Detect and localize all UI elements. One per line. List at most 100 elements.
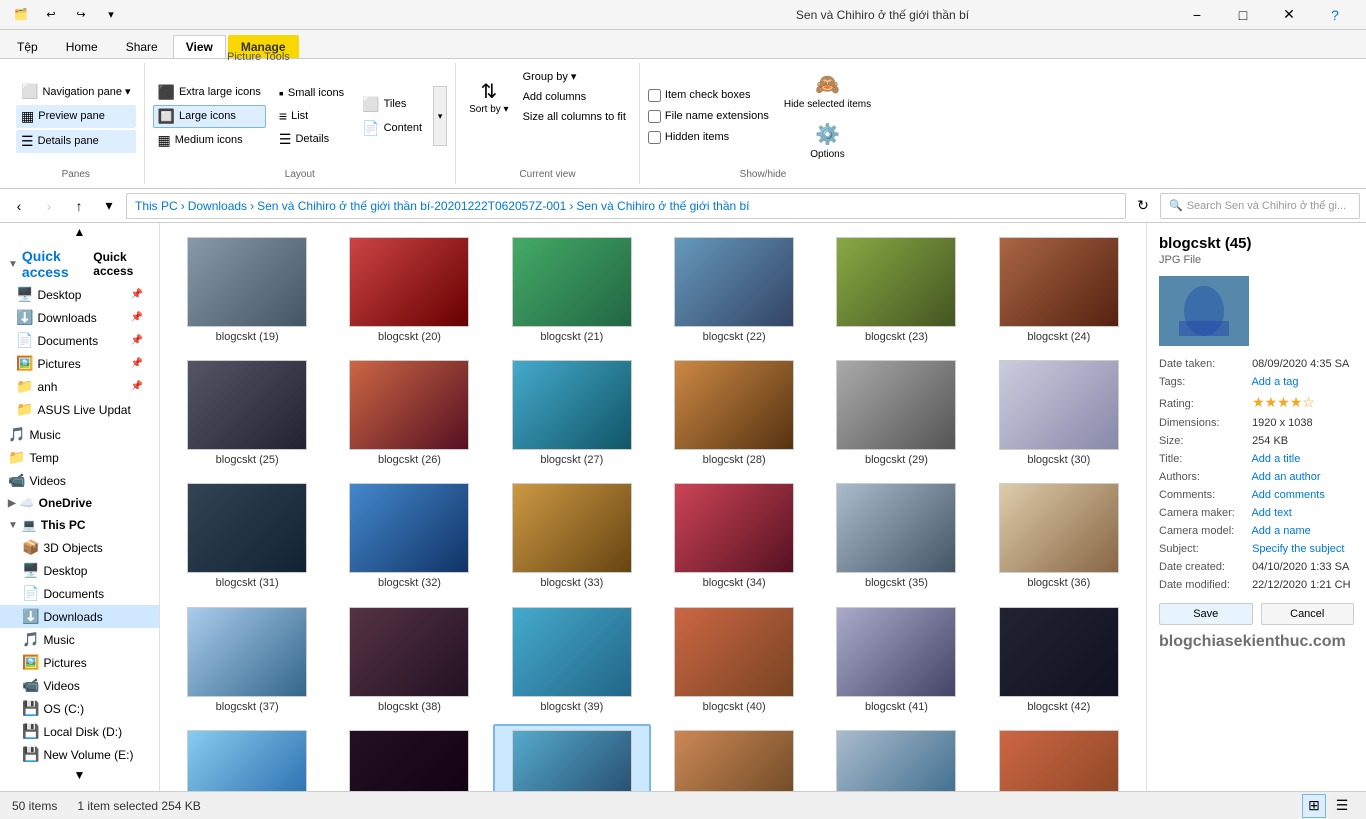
sidebar-item-asus[interactable]: 📁 ASUS Live Updat	[8, 398, 151, 421]
sidebar-item-videos-pc[interactable]: 📹 Videos	[0, 674, 159, 697]
group-by-btn[interactable]: Group by ▾	[518, 67, 631, 86]
sidebar-scroll-down[interactable]: ▼	[0, 766, 159, 784]
file-extensions-cb[interactable]	[648, 110, 661, 123]
size-columns-btn[interactable]: Size all columns to fit	[518, 108, 631, 126]
file-item-47[interactable]: blogcskt (47)	[817, 724, 975, 791]
path-current[interactable]: Sen và Chihiro ở thế giới thần bí	[576, 199, 749, 213]
sidebar-item-documents-pc[interactable]: 📄 Documents	[0, 582, 159, 605]
add-columns-btn[interactable]: Add columns	[518, 88, 631, 106]
restore-btn[interactable]: □	[1220, 0, 1266, 30]
qat-dropdown-btn[interactable]: ▾	[98, 2, 124, 28]
refresh-btn[interactable]: ↻	[1130, 193, 1156, 219]
file-item-29[interactable]: blogcskt (29)	[817, 354, 975, 473]
sidebar-item-new-e[interactable]: 💾 New Volume (E:)	[0, 743, 159, 766]
item-checkboxes-toggle[interactable]: Item check boxes	[648, 87, 769, 104]
tab-share[interactable]: Share	[113, 35, 171, 58]
sidebar-item-downloads-pc[interactable]: ⬇️ Downloads	[0, 605, 159, 628]
extra-large-icons-btn[interactable]: ⬛ Extra large icons	[153, 81, 266, 104]
file-item-24[interactable]: blogcskt (24)	[980, 231, 1138, 350]
undo-btn[interactable]: ↩	[38, 2, 64, 28]
sidebar-item-anh[interactable]: 📁 anh 📌	[8, 375, 151, 398]
file-item-37[interactable]: blogcskt (37)	[168, 601, 326, 720]
minimize-btn[interactable]: −	[1174, 0, 1220, 30]
search-box[interactable]: 🔍 Search Sen và Chihiro ở thể gi...	[1160, 193, 1360, 219]
sidebar-item-documents-quick[interactable]: 📄 Documents 📌	[8, 329, 151, 352]
grid-view-btn[interactable]: ⊞	[1302, 794, 1326, 818]
sidebar-item-os-c[interactable]: 💾 OS (C:)	[0, 697, 159, 720]
sidebar-item-pictures-quick[interactable]: 🖼️ Pictures 📌	[8, 352, 151, 375]
file-item-46[interactable]: blogcskt (46)	[655, 724, 813, 791]
file-item-33[interactable]: blogcskt (33)	[493, 477, 651, 596]
details-btn[interactable]: ☰ Details	[274, 128, 349, 151]
file-item-34[interactable]: blogcskt (34)	[655, 477, 813, 596]
sidebar-item-3d[interactable]: 📦 3D Objects	[0, 536, 159, 559]
file-item-45[interactable]: blogcskt (45)	[493, 724, 651, 791]
file-item-42[interactable]: blogcskt (42)	[980, 601, 1138, 720]
address-path[interactable]: This PC › Downloads › Sen và Chihiro ở t…	[126, 193, 1126, 219]
sidebar-item-pictures-pc[interactable]: 🖼️ Pictures	[0, 651, 159, 674]
file-item-39[interactable]: blogcskt (39)	[493, 601, 651, 720]
list-view-btn[interactable]: ☰	[1330, 794, 1354, 818]
file-item-21[interactable]: blogcskt (21)	[493, 231, 651, 350]
file-item-25[interactable]: blogcskt (25)	[168, 354, 326, 473]
hidden-items-toggle[interactable]: Hidden items	[648, 129, 769, 146]
onedrive-header[interactable]: ▶ ☁️ OneDrive	[0, 492, 159, 514]
file-item-36[interactable]: blogcskt (36)	[980, 477, 1138, 596]
options-btn[interactable]: ⚙️ Options	[802, 117, 852, 165]
file-item-30[interactable]: blogcskt (30)	[980, 354, 1138, 473]
preview-pane-btn[interactable]: ▦ Preview pane	[16, 105, 136, 128]
tiles-btn[interactable]: ⬜ Tiles	[357, 93, 427, 116]
sidebar-item-desktop-quick[interactable]: 🖥️ Desktop 📌	[8, 283, 151, 306]
system-icon-btn[interactable]: 🗂️	[8, 2, 34, 28]
details-pane-btn[interactable]: ☰ Details pane	[16, 130, 136, 153]
list-btn[interactable]: ≡ List	[274, 105, 349, 127]
quick-access-header[interactable]: ▼ Quick access Quick access	[8, 245, 151, 283]
up-btn[interactable]: ↑	[66, 193, 92, 219]
file-item-41[interactable]: blogcskt (41)	[817, 601, 975, 720]
redo-btn[interactable]: ↪	[68, 2, 94, 28]
close-btn[interactable]: ✕	[1266, 0, 1312, 30]
sidebar-item-videos[interactable]: 📹 Videos	[0, 469, 159, 492]
file-item-20[interactable]: blogcskt (20)	[330, 231, 488, 350]
small-icons-btn[interactable]: ▪ Small icons	[274, 82, 349, 104]
file-item-40[interactable]: blogcskt (40)	[655, 601, 813, 720]
file-item-31[interactable]: blogcskt (31)	[168, 477, 326, 596]
file-item-26[interactable]: blogcskt (26)	[330, 354, 488, 473]
item-checkboxes-cb[interactable]	[648, 89, 661, 102]
hide-selected-btn[interactable]: 🙈 Hide selected items	[777, 67, 878, 115]
sidebar-item-music[interactable]: 🎵 Music	[0, 423, 159, 446]
file-extensions-toggle[interactable]: File name extensions	[648, 108, 769, 125]
layout-expand-btn[interactable]: ▾	[433, 86, 447, 146]
sidebar-item-local-d[interactable]: 💾 Local Disk (D:)	[0, 720, 159, 743]
rating-stars[interactable]: ★★★★☆	[1252, 394, 1315, 410]
cancel-button[interactable]: Cancel	[1261, 603, 1355, 625]
save-button[interactable]: Save	[1159, 603, 1253, 625]
file-item-38[interactable]: blogcskt (38)	[330, 601, 488, 720]
tab-view[interactable]: View	[173, 35, 226, 58]
help-btn[interactable]: ?	[1312, 0, 1358, 30]
file-item-48[interactable]: blogcskt (48)	[980, 724, 1138, 791]
file-item-35[interactable]: blogcskt (35)	[817, 477, 975, 596]
file-item-43[interactable]: blogcskt (43)	[168, 724, 326, 791]
tab-home[interactable]: Home	[53, 35, 111, 58]
path-folder[interactable]: Sen và Chihiro ở thế giới thần bí-202012…	[257, 199, 566, 213]
medium-icons-btn[interactable]: ▦ Medium icons	[153, 129, 266, 152]
path-this-pc[interactable]: This PC	[135, 199, 178, 213]
file-item-44[interactable]: blogcskt (44)	[330, 724, 488, 791]
navigation-pane-btn[interactable]: ⬜ Navigation pane ▾	[16, 80, 136, 103]
sort-by-btn[interactable]: ⇅ Sort by ▾	[464, 74, 513, 120]
sidebar-item-downloads-quick[interactable]: ⬇️ Downloads 📌	[8, 306, 151, 329]
hidden-items-cb[interactable]	[648, 131, 661, 144]
file-item-27[interactable]: blogcskt (27)	[493, 354, 651, 473]
forward-btn[interactable]: ›	[36, 193, 62, 219]
file-item-23[interactable]: blogcskt (23)	[817, 231, 975, 350]
path-downloads[interactable]: Downloads	[188, 199, 247, 213]
sidebar-item-temp[interactable]: 📁 Temp	[0, 446, 159, 469]
file-item-28[interactable]: blogcskt (28)	[655, 354, 813, 473]
file-item-22[interactable]: blogcskt (22)	[655, 231, 813, 350]
this-pc-header[interactable]: ▼ 💻 This PC	[0, 514, 159, 536]
file-item-19[interactable]: blogcskt (19)	[168, 231, 326, 350]
content-btn[interactable]: 📄 Content	[357, 117, 427, 140]
recent-locations-btn[interactable]: ▾	[96, 193, 122, 219]
sidebar-item-music-pc[interactable]: 🎵 Music	[0, 628, 159, 651]
